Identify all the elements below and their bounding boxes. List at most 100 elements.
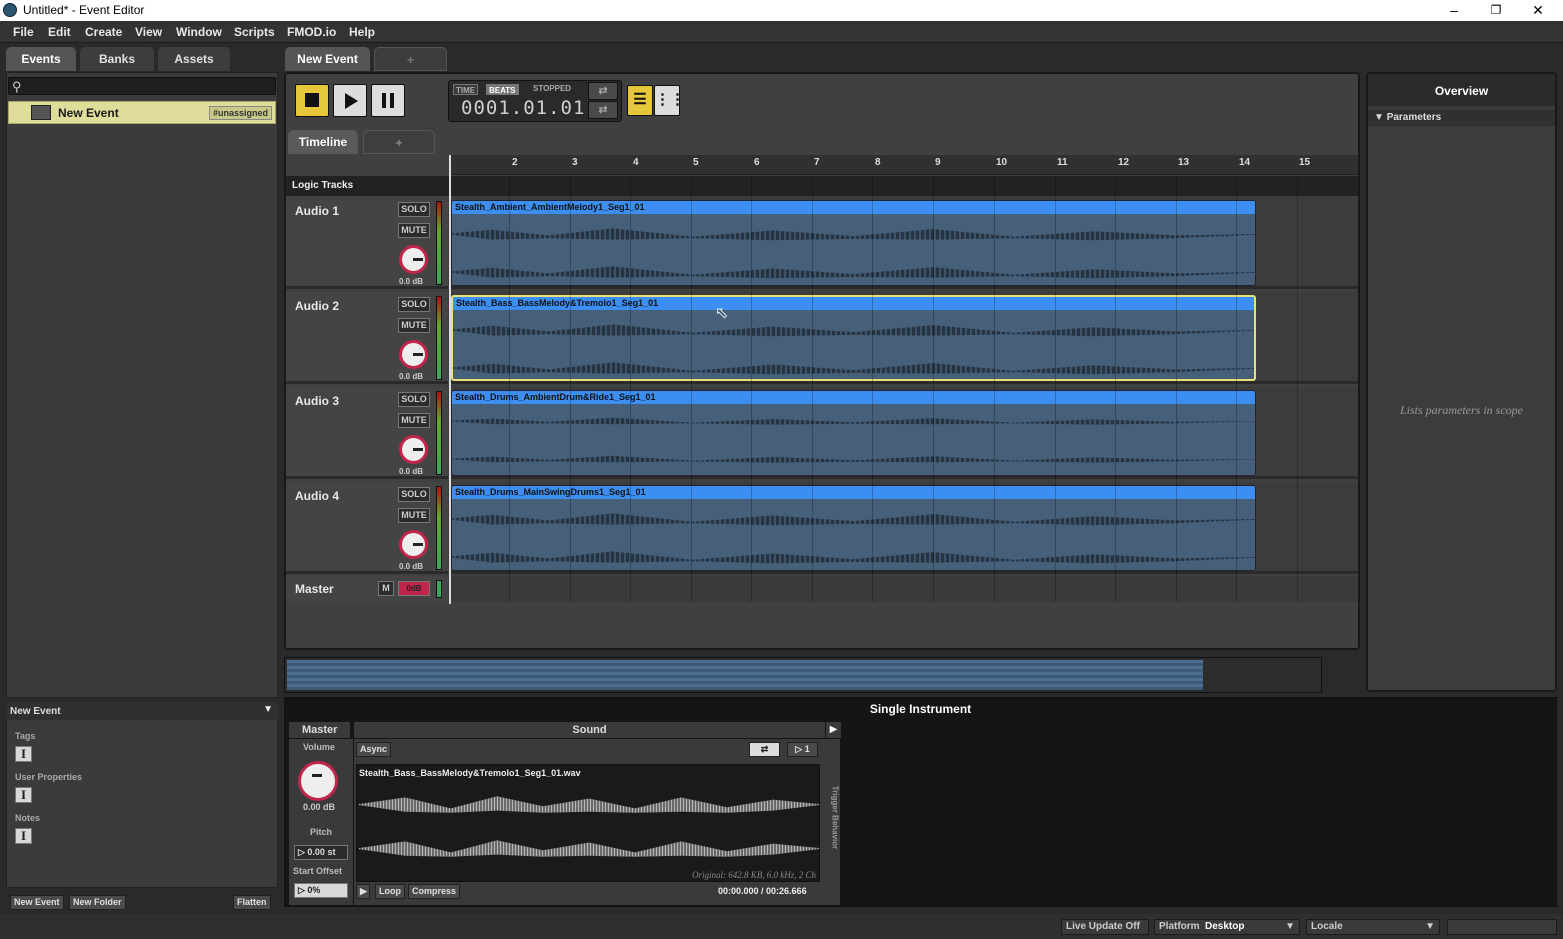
track-lane-audio-3[interactable]: Stealth_Drums_AmbientDrum&Ride1_Seg1_01 [449, 387, 1358, 479]
live-update-button[interactable]: Live Update Off [1061, 919, 1149, 935]
solo-button[interactable]: SOLO [398, 297, 430, 312]
loop-playback-icon[interactable]: ⇄ [749, 742, 780, 757]
locale-select[interactable]: Locale ▼ [1306, 919, 1440, 935]
menu-scripts[interactable]: Scripts [234, 25, 275, 39]
list-view-icon[interactable]: ☰ [627, 85, 653, 116]
ruler-label: 13 [1178, 157, 1190, 168]
solo-button[interactable]: SOLO [398, 202, 430, 217]
minimize-icon[interactable]: – [1433, 0, 1475, 21]
list-item[interactable]: New Event #unassigned [8, 101, 276, 124]
ruler-label: 11 [1057, 157, 1068, 168]
menu-create[interactable]: Create [85, 25, 122, 39]
master-fader[interactable]: 0dB [398, 581, 430, 596]
solo-button[interactable]: SOLO [398, 392, 430, 407]
track-header-audio-3[interactable]: Audio 3 SOLO MUTE 0.0 dB [286, 387, 448, 479]
add-parameter-tab-button[interactable]: + [363, 130, 435, 154]
menu-edit[interactable]: Edit [48, 25, 71, 39]
instrument-region-selected[interactable]: Stealth_Bass_BassMelody&Tremolo1_Seg1_01 [451, 295, 1256, 381]
loop-button[interactable]: Loop [375, 884, 405, 899]
instrument-region[interactable]: Stealth_Ambient_AmbientMelody1_Seg1_01 [451, 200, 1256, 286]
play-button[interactable] [333, 84, 367, 117]
instrument-region[interactable]: Stealth_Drums_MainSwingDrums1_Seg1_01 [451, 485, 1256, 571]
start-offset-input[interactable]: ▷ 0% [294, 883, 348, 898]
play-count-button[interactable]: ▷ 1 [787, 742, 818, 757]
tab-events[interactable]: Events [6, 47, 76, 71]
preview-play-icon[interactable]: ▶ [356, 884, 370, 899]
time-mode-toggle[interactable]: TIME [453, 84, 479, 95]
mute-button[interactable]: MUTE [398, 413, 430, 428]
user-properties-edit-icon[interactable]: I [15, 787, 32, 803]
tab-new-event[interactable]: New Event [285, 47, 370, 71]
notes-edit-icon[interactable]: I [15, 828, 32, 844]
ruler-label: 10 [996, 157, 1008, 168]
master-mute-button[interactable]: M [378, 581, 394, 596]
instrument-region[interactable]: Stealth_Drums_AmbientDrum&Ride1_Seg1_01 [451, 390, 1256, 476]
waveform-left [453, 324, 1254, 337]
new-folder-button[interactable]: New Folder [69, 895, 126, 910]
async-toggle[interactable]: Async [356, 742, 392, 757]
tab-banks[interactable]: Banks [80, 47, 154, 71]
timeline-overview-scrollbar[interactable] [284, 657, 1322, 693]
level-meter [436, 201, 442, 285]
trigger-behavior-drawer[interactable]: Trigger Behavior [824, 739, 840, 905]
mixer-view-icon[interactable]: ⋮⋮ [654, 85, 685, 116]
menu-window[interactable]: Window [176, 25, 222, 39]
mute-button[interactable]: MUTE [398, 223, 430, 238]
close-icon[interactable]: ✕ [1517, 0, 1559, 21]
flatten-button[interactable]: Flatten [233, 895, 271, 910]
track-lane-audio-1[interactable]: Stealth_Ambient_AmbientMelody1_Seg1_01 [449, 197, 1358, 289]
menu-fmodio[interactable]: FMOD.io [287, 25, 336, 39]
level-meter [436, 391, 442, 475]
beats-mode-toggle[interactable]: BEATS [486, 84, 519, 95]
menu-view[interactable]: View [135, 25, 162, 39]
menu-help[interactable]: Help [349, 25, 375, 39]
event-browser [6, 72, 278, 698]
platform-select[interactable]: Platform Desktop ▼ [1154, 919, 1300, 935]
volume-knob[interactable] [399, 530, 428, 559]
ruler-label: 8 [875, 157, 881, 168]
parameters-section[interactable]: ▼ Parameters [1368, 110, 1555, 126]
add-tab-button[interactable]: + [374, 47, 447, 71]
notes-label: Notes [15, 813, 41, 823]
sound-waveform[interactable]: Stealth_Bass_BassMelody&Tremolo1_Seg1_01… [356, 764, 820, 882]
menu-file[interactable]: File [13, 25, 34, 39]
chevron-down-icon[interactable]: ▼ [263, 704, 273, 715]
search-input[interactable]: ⚲ [8, 77, 276, 95]
tags-edit-icon[interactable]: I [15, 746, 32, 762]
loop-playback-icon[interactable]: ⇄ [588, 82, 618, 100]
playhead[interactable] [449, 155, 451, 604]
track-name: Audio 4 [295, 489, 339, 503]
track-header-audio-1[interactable]: Audio 1 SOLO MUTE 0.0 dB [286, 197, 448, 289]
volume-knob[interactable] [298, 761, 338, 801]
track-header-audio-4[interactable]: Audio 4 SOLO MUTE 0.0 dB [286, 482, 448, 574]
tab-assets[interactable]: Assets [158, 47, 230, 71]
timeline-ruler[interactable]: 2 3 4 5 6 7 8 9 10 11 12 13 14 15 [449, 155, 1358, 175]
start-offset-label: Start Offset [293, 866, 343, 876]
tab-timeline[interactable]: Timeline [288, 130, 358, 154]
title-bar: Untitled* - Event Editor – ❐ ✕ [0, 0, 1563, 21]
new-event-button[interactable]: New Event [10, 895, 64, 910]
stop-button[interactable] [295, 84, 329, 117]
scrollbar-thumb[interactable] [287, 660, 1203, 690]
track-volume-value: 0.0 dB [399, 562, 424, 571]
track-header-audio-2[interactable]: Audio 2 SOLO MUTE 0.0 dB [286, 292, 448, 384]
ruler-label: 9 [935, 157, 941, 168]
mute-button[interactable]: MUTE [398, 508, 430, 523]
volume-knob[interactable] [399, 245, 428, 274]
collapse-arrow-icon[interactable]: ▼ [1374, 112, 1387, 123]
restore-icon[interactable]: ❐ [1475, 0, 1517, 21]
mute-button[interactable]: MUTE [398, 318, 430, 333]
track-lane-audio-4[interactable]: Stealth_Drums_MainSwingDrums1_Seg1_01 [449, 482, 1358, 574]
follow-playback-icon[interactable]: ⇄ [588, 101, 618, 119]
pause-button[interactable] [371, 84, 405, 117]
overview-panel: Overview ▼ Parameters Lists parameters i… [1366, 72, 1557, 692]
solo-button[interactable]: SOLO [398, 487, 430, 502]
compress-button[interactable]: Compress [408, 884, 461, 899]
volume-knob[interactable] [399, 435, 428, 464]
track-lane-audio-2[interactable]: Stealth_Bass_BassMelody&Tremolo1_Seg1_01… [449, 292, 1358, 384]
pitch-input[interactable]: ▷ 0.00 st [294, 845, 348, 860]
expand-right-icon[interactable]: ▶ [826, 722, 841, 738]
play-icon: ▷ [795, 744, 805, 754]
master-track-header[interactable]: Master M 0dB [286, 576, 448, 602]
volume-knob[interactable] [399, 340, 428, 369]
